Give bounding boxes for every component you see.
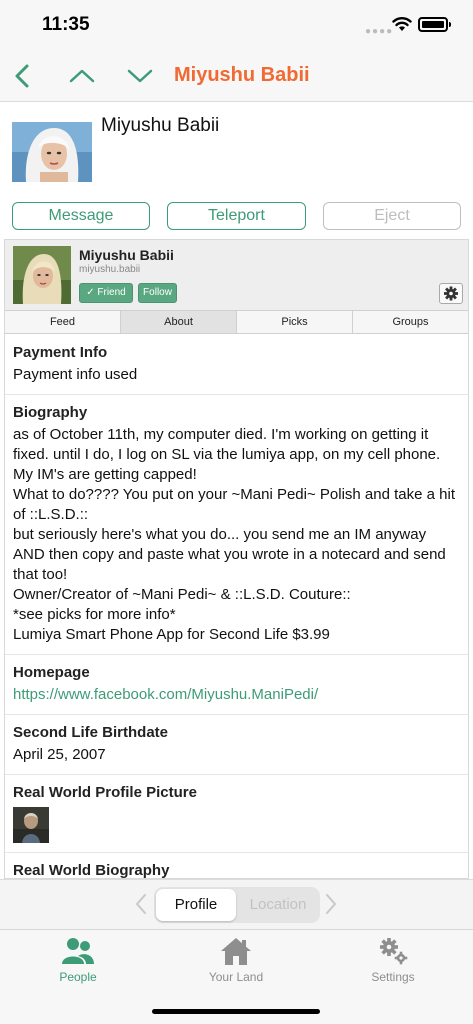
- biography-section: Biography as of October 11th, my compute…: [5, 395, 468, 655]
- segment-location[interactable]: Location: [238, 889, 318, 921]
- next-chevron-icon[interactable]: [324, 893, 338, 915]
- tab-your-land[interactable]: Your Land: [181, 936, 291, 992]
- about-sections[interactable]: Payment Info Payment info used Biography…: [5, 335, 468, 879]
- navigation-bar: Miyushu Babii: [0, 50, 473, 102]
- previous-up-arrow-icon[interactable]: [66, 60, 98, 92]
- eject-button[interactable]: Eject: [323, 202, 461, 230]
- real-world-picture-title: Real World Profile Picture: [13, 784, 197, 801]
- tab-settings[interactable]: Settings: [338, 936, 448, 992]
- biography-title: Biography: [13, 404, 88, 421]
- birthdate-section: Second Life Birthdate April 25, 2007: [5, 715, 468, 775]
- tab-settings-label: Settings: [371, 970, 415, 984]
- biography-text: as of October 11th, my computer died. I'…: [13, 425, 460, 645]
- follow-button[interactable]: Follow: [138, 283, 177, 303]
- real-world-biography-section: Real World Biography: [5, 853, 468, 879]
- profile-web-card: Miyushu Babii miyushu.babii ✓ Friend Fol…: [4, 239, 469, 879]
- segment-profile[interactable]: Profile: [156, 889, 236, 921]
- profile-tabs: Feed About Picks Groups: [5, 311, 468, 334]
- biography-line: as of October 11th, my computer died. I'…: [13, 426, 441, 483]
- message-button[interactable]: Message: [12, 202, 150, 230]
- birthdate-value: April 25, 2007: [13, 746, 106, 763]
- previous-chevron-icon[interactable]: [134, 893, 148, 915]
- card-name: Miyushu Babii: [79, 247, 174, 263]
- tab-people[interactable]: People: [23, 936, 133, 992]
- real-world-picture[interactable]: [13, 807, 49, 843]
- tab-groups[interactable]: Groups: [353, 311, 468, 333]
- biography-line: *see picks for more info*: [13, 606, 176, 623]
- home-indicator: [152, 1009, 320, 1014]
- next-down-arrow-icon[interactable]: [124, 60, 156, 92]
- homepage-link[interactable]: https://www.facebook.com/Miyushu.ManiPed…: [13, 685, 460, 705]
- profile-name: Miyushu Babii: [101, 115, 220, 136]
- profile-location-switcher: Profile Location: [0, 879, 473, 929]
- biography-line: but seriously here's what you do... you …: [13, 526, 446, 583]
- profile-avatar: [12, 122, 92, 182]
- card-username: miyushu.babii: [79, 264, 141, 275]
- status-bar: 11:35 ●●●●: [0, 0, 473, 50]
- card-avatar: [13, 246, 71, 304]
- wifi-icon: [392, 17, 412, 31]
- card-header: Miyushu Babii miyushu.babii ✓ Friend Fol…: [5, 240, 468, 311]
- tab-people-label: People: [59, 970, 97, 984]
- tab-your-land-label: Your Land: [208, 970, 264, 984]
- birthdate-title: Second Life Birthdate: [13, 724, 169, 741]
- segmented-control: Profile Location: [154, 887, 320, 923]
- biography-line: What to do???? You put on your ~Mani Ped…: [13, 486, 455, 523]
- status-time: 11:35: [42, 14, 90, 35]
- people-icon: [62, 938, 94, 964]
- biography-line: Lumiya Smart Phone App for Second Life $…: [13, 626, 330, 643]
- teleport-button[interactable]: Teleport: [167, 202, 306, 230]
- homepage-section: Homepage https://www.facebook.com/Miyush…: [5, 655, 468, 715]
- signal-dots-icon: ●●●●: [365, 26, 394, 37]
- page-title: Miyushu Babii: [174, 64, 310, 86]
- settings-gears-icon: [380, 938, 408, 965]
- gear-icon: [444, 286, 458, 301]
- homepage-title: Homepage: [13, 664, 90, 681]
- battery-icon: [418, 17, 451, 32]
- payment-info-value: Payment info used: [13, 366, 138, 383]
- card-settings-button[interactable]: [439, 283, 463, 304]
- real-world-biography-title: Real World Biography: [13, 862, 170, 879]
- tab-picks[interactable]: Picks: [237, 311, 353, 333]
- tab-feed[interactable]: Feed: [5, 311, 121, 333]
- house-icon: [221, 938, 251, 965]
- real-world-picture-section: Real World Profile Picture: [5, 775, 468, 853]
- payment-info-section: Payment Info Payment info used: [5, 335, 468, 395]
- biography-line: Owner/Creator of ~Mani Pedi~ & ::L.S.D. …: [13, 586, 351, 603]
- back-arrow-icon[interactable]: [8, 60, 40, 92]
- tab-about[interactable]: About: [121, 311, 237, 333]
- friend-button[interactable]: ✓ Friend: [79, 283, 133, 303]
- payment-info-title: Payment Info: [13, 344, 108, 361]
